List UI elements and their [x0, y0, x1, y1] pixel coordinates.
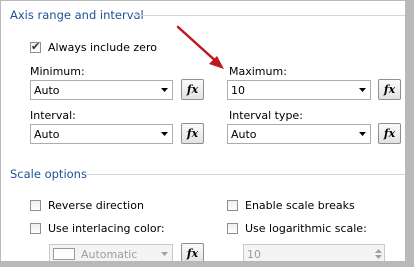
interval-type-dropdown[interactable]: Auto — [227, 124, 371, 144]
interlacing-color-fx-button[interactable]: fx — [181, 243, 204, 261]
fx-icon: fx — [383, 83, 396, 96]
interval-value: Auto — [34, 127, 60, 141]
interval-type-label: Interval type: — [229, 109, 303, 122]
minimum-dropdown[interactable]: Auto — [30, 80, 173, 100]
logarithmic-scale-checkbox[interactable] — [227, 223, 238, 234]
interlacing-color-label: Use interlacing color: — [48, 222, 165, 235]
scale-options-section-title: Scale options — [10, 167, 87, 181]
reverse-direction-label: Reverse direction — [48, 199, 144, 212]
always-include-zero-checkbox[interactable] — [30, 40, 41, 54]
section-divider — [133, 15, 405, 16]
spin-buttons[interactable] — [372, 249, 384, 259]
axis-range-section-title: Axis range and interval — [10, 8, 144, 22]
chevron-down-icon[interactable] — [354, 88, 370, 92]
reverse-direction-checkbox[interactable] — [30, 200, 41, 211]
logarithmic-scale-label: Use logarithmic scale: — [245, 222, 367, 235]
interlacing-color-checkbox[interactable] — [30, 223, 41, 234]
interlacing-color-dropdown[interactable]: Automatic — [49, 244, 173, 261]
color-swatch — [53, 248, 75, 260]
chevron-down-icon[interactable] — [156, 88, 172, 92]
chevron-down-icon[interactable] — [374, 255, 382, 259]
fx-icon: fx — [383, 127, 396, 140]
always-include-zero-option[interactable]: Always include zero — [30, 40, 157, 54]
enable-scale-breaks-label: Enable scale breaks — [245, 199, 355, 212]
chevron-down-icon[interactable] — [156, 252, 172, 256]
interval-type-fx-button[interactable]: fx — [378, 123, 401, 144]
maximum-value: 10 — [231, 83, 245, 97]
interlacing-color-option[interactable]: Use interlacing color: — [30, 222, 165, 235]
maximum-label: Maximum: — [229, 65, 287, 78]
enable-scale-breaks-option[interactable]: Enable scale breaks — [227, 199, 355, 212]
maximum-fx-button[interactable]: fx — [378, 79, 401, 100]
minimum-value: Auto — [34, 83, 60, 97]
chevron-down-icon[interactable] — [156, 132, 172, 136]
minimum-label: Minimum: — [30, 65, 85, 78]
log-base-spinner[interactable]: 10 — [243, 244, 385, 261]
section-divider — [86, 174, 405, 175]
logarithmic-scale-option[interactable]: Use logarithmic scale: — [227, 222, 367, 235]
always-include-zero-label: Always include zero — [48, 41, 157, 54]
interval-dropdown[interactable]: Auto — [30, 124, 173, 144]
interlacing-color-value: Automatic — [81, 247, 138, 261]
fx-icon: fx — [186, 247, 199, 260]
fx-icon: fx — [186, 127, 199, 140]
axis-options-panel: Axis range and interval Always include z… — [1, 1, 405, 261]
reverse-direction-option[interactable]: Reverse direction — [30, 199, 144, 212]
interval-type-value: Auto — [231, 127, 257, 141]
interval-label: Interval: — [30, 109, 76, 122]
chevron-up-icon[interactable] — [374, 249, 382, 253]
log-base-value: 10 — [247, 247, 261, 261]
fx-icon: fx — [186, 83, 199, 96]
interval-fx-button[interactable]: fx — [181, 123, 204, 144]
minimum-fx-button[interactable]: fx — [181, 79, 204, 100]
enable-scale-breaks-checkbox[interactable] — [227, 200, 238, 211]
chevron-down-icon[interactable] — [354, 132, 370, 136]
maximum-dropdown[interactable]: 10 — [227, 80, 371, 100]
